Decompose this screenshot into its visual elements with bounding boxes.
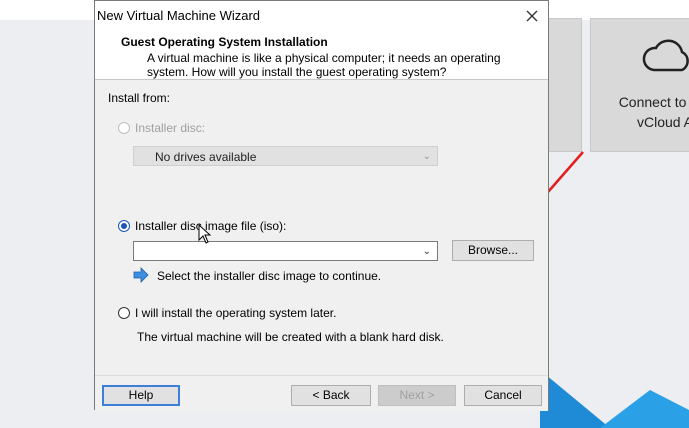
mouse-pointer-icon: [198, 224, 212, 244]
titlebar: New Virtual Machine Wizard: [95, 1, 548, 31]
info-arrow-icon: [133, 267, 149, 283]
help-button[interactable]: Help: [102, 385, 180, 406]
chevron-down-icon: ⌄: [422, 151, 431, 162]
install-later-description: The virtual machine will be created with…: [137, 330, 444, 344]
drive-select-value: No drives available: [155, 150, 257, 164]
hint-text: Select the installer disc image to conti…: [157, 269, 382, 283]
installer-disc-radio[interactable]: [118, 122, 130, 134]
install-later-label: I will install the operating system late…: [135, 306, 337, 320]
connect-vcloud-label: Connect to VM vCloud A: [618, 94, 689, 130]
next-button[interactable]: Next >: [378, 385, 456, 406]
cancel-button[interactable]: Cancel: [464, 385, 542, 406]
back-button[interactable]: < Back: [291, 385, 371, 406]
header-description: A virtual machine is like a physical com…: [147, 51, 501, 79]
chevron-down-icon[interactable]: ⌄: [423, 246, 431, 257]
wizard-footer: Help < Back Next > Cancel: [95, 375, 548, 411]
decorative-shape: [540, 370, 689, 428]
install-later-radio[interactable]: [118, 307, 130, 319]
new-vm-wizard-dialog: New Virtual Machine Wizard Guest Operati…: [94, 0, 549, 411]
close-icon[interactable]: [522, 6, 542, 26]
cloud-icon: [642, 39, 689, 72]
install-from-label: Install from:: [108, 91, 171, 105]
installer-disc-label: Installer disc:: [135, 121, 206, 135]
browse-button[interactable]: Browse...: [452, 240, 534, 261]
drive-select[interactable]: No drives available ⌄: [133, 146, 438, 166]
disc-image-radio[interactable]: [118, 220, 130, 232]
dialog-title: New Virtual Machine Wizard: [97, 8, 261, 23]
header-title: Guest Operating System Installation: [121, 35, 328, 49]
wizard-header: Guest Operating System Installation A vi…: [95, 31, 548, 80]
iso-path-combobox[interactable]: ⌄: [133, 241, 438, 261]
